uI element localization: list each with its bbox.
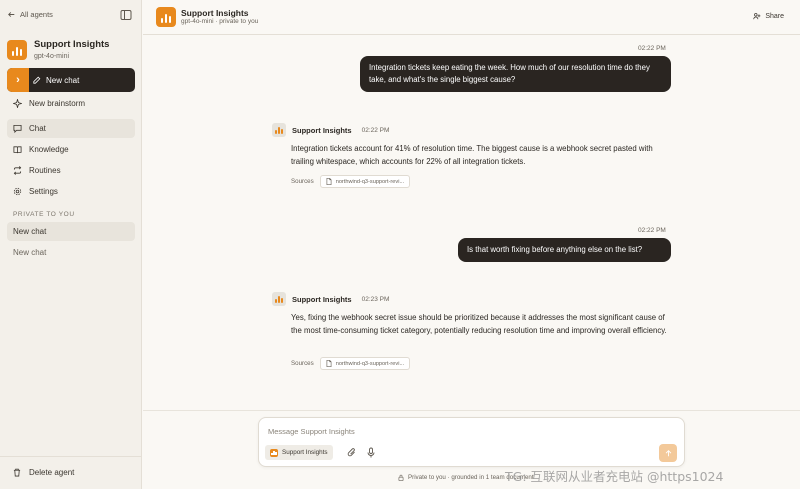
message-sources: Sources northwind-q3-support-revi...: [291, 175, 411, 188]
share-label: Share: [765, 12, 784, 20]
chevron-right-icon: ›: [7, 68, 29, 92]
message-input[interactable]: [268, 427, 668, 436]
nav-chat[interactable]: Chat: [7, 119, 135, 138]
new-chat-label: New chat: [46, 75, 80, 85]
edit-icon: [33, 76, 41, 84]
assistant-message-header: Support Insights 02:23 PM: [272, 292, 389, 306]
context-chip-label: Support Insights: [282, 449, 328, 456]
message-timestamp: 02:23 PM: [361, 295, 390, 303]
assistant-message: Yes, fixing the webhook secret issue sho…: [291, 313, 667, 335]
assistant-message-header: Support Insights 02:22 PM: [272, 123, 389, 137]
chat-list-item[interactable]: New chat: [7, 243, 135, 262]
all-agents-label: All agents: [20, 10, 53, 19]
bar-chart-icon: [156, 7, 176, 27]
user-message: Is that worth fixing before anything els…: [458, 238, 671, 262]
sources-label: Sources: [291, 360, 314, 367]
assistant-name: Support Insights: [292, 125, 352, 135]
bar-chart-icon: [7, 39, 27, 60]
message-sources: Sources northwind-q3-support-revi...: [291, 357, 411, 370]
nav-label: Knowledge: [29, 145, 69, 154]
message-timestamp: 02:22 PM: [638, 227, 666, 234]
source-filename: northwind-q3-support-revi...: [335, 178, 405, 185]
chat-header: Support Insights gpt-4o-mini · private t…: [143, 0, 800, 35]
nav-knowledge[interactable]: Knowledge: [7, 140, 135, 159]
lock-icon: [398, 474, 404, 481]
trash-icon: [13, 468, 21, 477]
chat-bubble-icon: [13, 124, 22, 133]
nav-new-brainstorm[interactable]: New brainstorm: [7, 94, 135, 113]
composer-area: Support Insights Private to you · ground…: [143, 410, 800, 489]
delete-agent-label: Delete agent: [29, 468, 75, 477]
agent-model: gpt-4o-mini: [34, 53, 70, 60]
header-subtitle: gpt-4o-mini · private to you: [181, 18, 259, 25]
source-chip[interactable]: northwind-q3-support-revi...: [319, 357, 411, 370]
sidebar-toggle-icon[interactable]: [120, 9, 132, 21]
message-timestamp: 02:22 PM: [361, 126, 390, 134]
share-icon: [753, 13, 761, 20]
sidebar: All agents Support Insights gpt-4o-mini …: [0, 0, 142, 489]
bar-chart-icon: [272, 123, 286, 137]
arrow-up-icon: [665, 449, 671, 456]
arrow-left-icon: [8, 12, 15, 17]
paperclip-icon[interactable]: [347, 447, 357, 458]
assistant-message: Integration tickets account for 41% of r…: [291, 144, 653, 166]
watermark: TG: 互联网从业者充电站 @https1024: [505, 469, 724, 484]
agent-context-chip[interactable]: Support Insights: [265, 445, 333, 460]
header-title: Support Insights: [181, 8, 249, 18]
share-button[interactable]: Share: [753, 12, 784, 20]
chat-list-item[interactable]: New chat: [7, 222, 135, 241]
agent-header: Support Insights gpt-4o-mini: [7, 39, 109, 60]
bar-chart-icon: [272, 292, 286, 306]
source-chip[interactable]: northwind-q3-support-revi...: [319, 175, 411, 188]
sources-label: Sources: [291, 178, 314, 185]
repeat-icon: [13, 166, 22, 175]
sparkle-icon: [13, 99, 22, 108]
document-icon: [326, 360, 332, 367]
send-button[interactable]: [659, 444, 677, 462]
section-label-private: PRIVATE TO YOU: [13, 211, 75, 218]
user-message: Integration tickets keep eating the week…: [360, 56, 671, 92]
nav-label: Chat: [29, 124, 46, 133]
bar-chart-icon: [270, 448, 278, 457]
message-timestamp: 02:22 PM: [638, 45, 666, 52]
gear-icon: [13, 187, 22, 196]
delete-agent-button[interactable]: Delete agent: [13, 468, 74, 477]
new-chat-button[interactable]: › New chat: [7, 68, 135, 92]
sidebar-footer: Delete agent: [0, 456, 142, 489]
nav-settings[interactable]: Settings: [7, 182, 135, 201]
all-agents-link[interactable]: All agents: [8, 10, 53, 19]
assistant-name: Support Insights: [292, 294, 352, 304]
agent-name: Support Insights: [34, 39, 110, 50]
source-filename: northwind-q3-support-revi...: [335, 360, 405, 367]
nav-label: Settings: [29, 187, 58, 196]
nav-label: Routines: [29, 166, 61, 175]
composer: Support Insights: [258, 417, 685, 467]
message-thread: 02:22 PM Integration tickets keep eating…: [143, 36, 800, 410]
microphone-icon[interactable]: [366, 447, 376, 458]
document-icon: [326, 178, 332, 185]
nav-label: New brainstorm: [29, 99, 86, 108]
book-icon: [13, 146, 22, 154]
nav-routines[interactable]: Routines: [7, 161, 135, 180]
